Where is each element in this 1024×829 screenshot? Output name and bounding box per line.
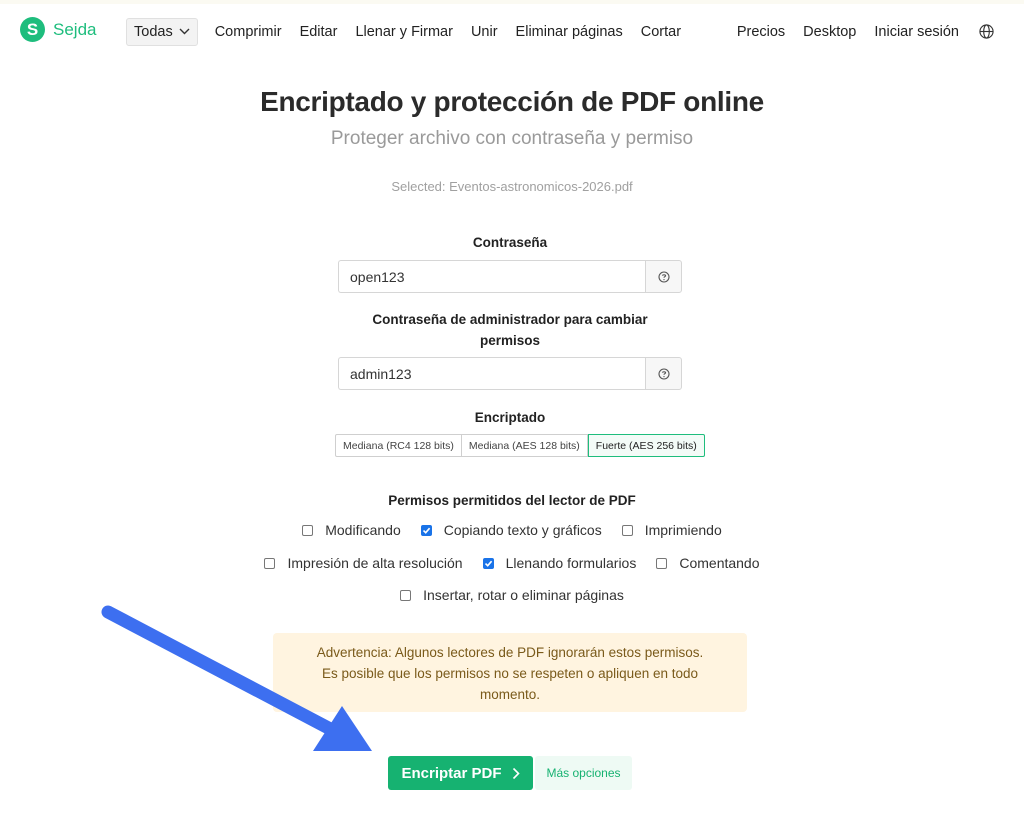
page-title: Encriptado y protección de PDF online: [260, 86, 764, 117]
password-group: [338, 260, 682, 293]
encryption-aes-256[interactable]: Fuerte (AES 256 bits): [587, 434, 705, 457]
globe-icon[interactable]: [979, 24, 994, 39]
warning-line3: momento.: [479, 687, 541, 702]
logo-icon: S: [20, 17, 45, 42]
permission-llenando-formularios[interactable]: Llenando formularios: [482, 555, 637, 571]
checkbox[interactable]: [621, 524, 633, 536]
permission-label: Comentando: [679, 555, 760, 571]
encryption-rc4-128[interactable]: Mediana (RC4 128 bits): [335, 434, 462, 457]
permissions-row-3: Insertar, rotar o eliminar páginas: [0, 587, 1024, 603]
checkbox-checked[interactable]: [482, 557, 494, 569]
nav-item-cortar[interactable]: Cortar: [641, 24, 681, 40]
nav-item-llenar-firmar[interactable]: Llenar y Firmar: [355, 24, 453, 40]
admin-label-line2: permisos: [479, 333, 541, 348]
permission-comentando[interactable]: Comentando: [656, 555, 760, 571]
permission-modificando[interactable]: Modificando: [302, 522, 401, 538]
checkbox[interactable]: [302, 524, 314, 536]
permission-copiando[interactable]: Copiando texto y gráficos: [420, 522, 602, 538]
chevron-down-icon: [179, 28, 190, 35]
permission-imprimiendo[interactable]: Imprimiendo: [621, 522, 722, 538]
nav-item-editar[interactable]: Editar: [300, 24, 338, 40]
encryption-options: Mediana (RC4 128 bits) Mediana (AES 128 …: [335, 434, 705, 457]
logo[interactable]: S Sejda: [20, 17, 96, 42]
nav-item-comprimir[interactable]: Comprimir: [215, 24, 282, 40]
password-input[interactable]: [338, 260, 645, 293]
permission-label: Insertar, rotar o eliminar páginas: [423, 587, 624, 603]
main-nav: Todas Comprimir Editar Llenar y Firmar U…: [126, 17, 690, 46]
password-help-button[interactable]: [645, 260, 682, 293]
nav-item-iniciar-sesion[interactable]: Iniciar sesión: [874, 24, 959, 40]
admin-label-line1: Contraseña de administrador para cambiar: [372, 312, 648, 327]
checkbox[interactable]: [400, 589, 412, 601]
encryption-label: Encriptado: [474, 410, 546, 425]
nav-item-precios[interactable]: Precios: [737, 24, 785, 40]
admin-help-button[interactable]: [645, 357, 682, 390]
permissions-label: Permisos permitidos del lector de PDF: [388, 493, 636, 508]
admin-password-input[interactable]: [338, 357, 645, 390]
warning-line2: Es posible que los permisos no se respet…: [322, 666, 698, 681]
warning-line1: Advertencia: Algunos lectores de PDF ign…: [316, 645, 704, 660]
permission-label: Copiando texto y gráficos: [443, 522, 602, 538]
encryption-aes-128[interactable]: Mediana (AES 128 bits): [461, 434, 588, 457]
password-label: Contraseña: [472, 235, 548, 250]
top-strip: [0, 0, 1024, 4]
nav-item-desktop[interactable]: Desktop: [803, 24, 856, 40]
logo-text: Sejda: [53, 19, 97, 39]
permission-alta-resolucion[interactable]: Impresión de alta resolución: [264, 555, 463, 571]
nav-item-eliminar-paginas[interactable]: Eliminar páginas: [516, 24, 623, 40]
checkbox[interactable]: [656, 557, 668, 569]
chevron-right-icon: [512, 767, 520, 779]
permissions-warning: Advertencia: Algunos lectores de PDF ign…: [273, 633, 747, 712]
selected-file: Selected: Eventos-astronomicos-2026.pdf: [391, 179, 633, 194]
nav-right: Precios Desktop Iniciar sesión: [719, 17, 994, 46]
permission-label: Imprimiendo: [644, 522, 722, 538]
permission-insertar-rotar-eliminar[interactable]: Insertar, rotar o eliminar páginas: [400, 587, 624, 603]
permissions-row-2: Impresión de alta resolución Llenando fo…: [0, 555, 1024, 571]
todas-label: Todas: [134, 23, 173, 40]
help-icon: [657, 367, 670, 380]
nav-item-unir[interactable]: Unir: [471, 24, 498, 40]
admin-password-label: Contraseña de administrador para cambiar…: [338, 309, 682, 351]
page-subtitle: Proteger archivo con contraseña y permis…: [330, 128, 694, 149]
checkbox[interactable]: [264, 557, 276, 569]
permission-label: Impresión de alta resolución: [287, 555, 463, 571]
permissions-row-1: Modificando Copiando texto y gráficos Im…: [0, 522, 1024, 538]
check-icon: [422, 527, 430, 534]
encrypt-pdf-label: Encriptar PDF: [401, 764, 502, 782]
checkbox-checked[interactable]: [420, 524, 432, 536]
permission-label: Llenando formularios: [505, 555, 637, 571]
more-options-button[interactable]: Más opciones: [535, 756, 632, 790]
admin-password-group: [338, 357, 682, 390]
check-icon: [484, 560, 492, 567]
help-icon: [657, 270, 670, 283]
encrypt-pdf-button[interactable]: Encriptar PDF: [388, 756, 533, 790]
todas-dropdown[interactable]: Todas: [126, 17, 198, 46]
permission-label: Modificando: [325, 522, 401, 538]
